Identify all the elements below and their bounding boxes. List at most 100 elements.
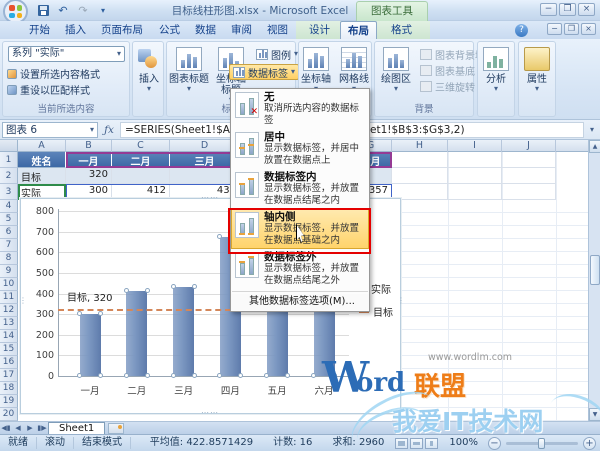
tab-layout[interactable]: 布局: [340, 21, 377, 39]
analysis-button[interactable]: 分析 ▾: [475, 45, 517, 107]
legend-button[interactable]: 图例 ▾: [253, 46, 301, 62]
insert-worksheet-button[interactable]: [108, 422, 125, 434]
cell-i1[interactable]: [448, 152, 502, 168]
row-header-15[interactable]: 15: [0, 343, 18, 356]
row-header-13[interactable]: 13: [0, 317, 18, 330]
col-header-b[interactable]: B: [66, 140, 112, 152]
row-header-1[interactable]: 1: [0, 152, 18, 168]
chart-handle-bottom[interactable]: ⋯⋯: [201, 409, 219, 417]
menu-item-more-options[interactable]: 其他数据标签选项(M)...: [231, 294, 369, 310]
scroll-up-icon[interactable]: ▲: [589, 140, 600, 153]
cell-b1[interactable]: 一月: [66, 152, 112, 168]
next-sheet-icon[interactable]: ▶: [24, 424, 36, 432]
tab-formulas[interactable]: 公式: [152, 21, 187, 39]
cell-h1[interactable]: [392, 152, 448, 168]
chart-element-selector[interactable]: 系列 "实际" ▾: [8, 46, 125, 62]
select-all-corner[interactable]: [0, 140, 18, 151]
cell-j2[interactable]: [502, 168, 556, 184]
cell-j3[interactable]: [502, 184, 556, 200]
chart-handle-right[interactable]: ⋮: [397, 297, 405, 305]
rotation-button[interactable]: 三维旋转: [417, 78, 478, 94]
zoom-level[interactable]: 100%: [439, 437, 488, 449]
minimize-button[interactable]: −: [540, 3, 557, 16]
col-header-a[interactable]: A: [18, 140, 66, 152]
properties-button[interactable]: 属性 ▾: [516, 45, 558, 107]
cell-c2[interactable]: [112, 168, 170, 184]
menu-item-inside-base[interactable]: 轴内侧 显示数据标签，并放置在数据点基础之内: [231, 209, 369, 249]
qat-customize-button[interactable]: ▾: [94, 2, 112, 18]
first-sheet-icon[interactable]: ◀▮: [0, 424, 12, 432]
row-header-19[interactable]: 19: [0, 395, 18, 408]
row-header-10[interactable]: 10: [0, 278, 18, 291]
row-header-11[interactable]: 11: [0, 291, 18, 304]
sheet-tab-sheet1[interactable]: Sheet1: [48, 421, 106, 435]
undo-button[interactable]: ↶: [54, 2, 72, 18]
row-header-5[interactable]: 5: [0, 213, 18, 226]
row-header-4[interactable]: 4: [0, 200, 18, 213]
row-header-6[interactable]: 6: [0, 226, 18, 239]
col-header-i[interactable]: I: [448, 140, 502, 152]
cell-a2[interactable]: 目标: [18, 168, 66, 184]
menu-item-none[interactable]: ✕ 无 取消所选内容的数据标签: [231, 89, 369, 129]
tab-insert[interactable]: 插入: [58, 21, 93, 39]
scroll-down-icon[interactable]: ▼: [589, 408, 600, 421]
chart-handle-top[interactable]: ⋯⋯: [201, 194, 219, 202]
tab-data[interactable]: 数据: [188, 21, 223, 39]
chart-bar-六月[interactable]: [313, 302, 335, 376]
chart-handle-left[interactable]: ⋮: [19, 297, 27, 305]
view-normal-button[interactable]: [395, 437, 409, 449]
tab-design[interactable]: 设计: [302, 21, 337, 39]
wb-close-button[interactable]: ×: [581, 23, 596, 35]
plot-area-button[interactable]: 绘图区 ▾: [375, 45, 417, 107]
insert-button[interactable]: 插入 ▾: [128, 45, 170, 107]
restore-button[interactable]: ❐: [559, 3, 576, 16]
cell-c1[interactable]: 二月: [112, 152, 170, 168]
close-button[interactable]: ×: [578, 3, 595, 16]
row-header-14[interactable]: 14: [0, 330, 18, 343]
zoom-slider-thumb[interactable]: [538, 437, 545, 449]
tab-format[interactable]: 格式: [384, 21, 419, 39]
tab-page-layout[interactable]: 页面布局: [94, 21, 150, 39]
redo-button[interactable]: ↷: [74, 2, 92, 18]
menu-item-inside-end[interactable]: 数据标签内 显示数据标签，并放置在数据点结尾之内: [231, 169, 369, 209]
row-header-9[interactable]: 9: [0, 265, 18, 278]
chart-bar-二月[interactable]: [126, 291, 148, 376]
prev-sheet-icon[interactable]: ◀: [12, 424, 24, 432]
menu-item-outside-end[interactable]: 数据标签外 显示数据标签，并放置在数据点结尾之外: [231, 249, 369, 289]
cell-i3[interactable]: [448, 184, 502, 200]
col-header-j[interactable]: J: [502, 140, 556, 152]
view-page-layout-button[interactable]: [410, 437, 424, 449]
col-header-h[interactable]: H: [392, 140, 448, 152]
menu-item-center[interactable]: 居中 显示数据标签，并居中放置在数据点上: [231, 129, 369, 169]
zoom-out-button[interactable]: −: [488, 436, 501, 450]
cell-j1[interactable]: [502, 152, 556, 168]
view-page-break-button[interactable]: [425, 437, 439, 449]
tab-review[interactable]: 审阅: [224, 21, 259, 39]
expand-formula-bar-button[interactable]: ▾: [584, 125, 600, 134]
format-selection-button[interactable]: 设置所选内容格式: [7, 66, 100, 81]
wb-restore-button[interactable]: ❐: [564, 23, 579, 35]
row-header-12[interactable]: 12: [0, 304, 18, 317]
cell-a1[interactable]: 姓名: [18, 152, 66, 168]
row-header-8[interactable]: 8: [0, 252, 18, 265]
insert-function-button[interactable]: ƒx: [98, 124, 120, 136]
data-labels-button[interactable]: 数据标签 ▾: [229, 64, 300, 80]
row-header-3[interactable]: 3: [0, 184, 18, 200]
tab-home[interactable]: 开始: [22, 21, 57, 39]
tab-view[interactable]: 视图: [260, 21, 295, 39]
zoom-slider[interactable]: [506, 437, 578, 449]
vertical-scroll-thumb[interactable]: [590, 255, 600, 285]
col-header-c[interactable]: C: [112, 140, 170, 152]
row-header-20[interactable]: 20: [0, 408, 18, 421]
chart-bar-一月[interactable]: [79, 314, 101, 376]
row-header-17[interactable]: 17: [0, 369, 18, 382]
chart-bar-三月[interactable]: [173, 287, 195, 376]
last-sheet-icon[interactable]: ▮▶: [36, 424, 48, 432]
chart-title-button[interactable]: 图表标题 ▾: [168, 45, 210, 107]
row-header-16[interactable]: 16: [0, 356, 18, 369]
row-header-2[interactable]: 2: [0, 168, 18, 184]
wb-minimize-button[interactable]: −: [547, 23, 562, 35]
reset-style-button[interactable]: 重设以匹配样式: [7, 82, 90, 97]
cell-i2[interactable]: [448, 168, 502, 184]
name-box[interactable]: 图表 6 ▾: [2, 121, 98, 138]
